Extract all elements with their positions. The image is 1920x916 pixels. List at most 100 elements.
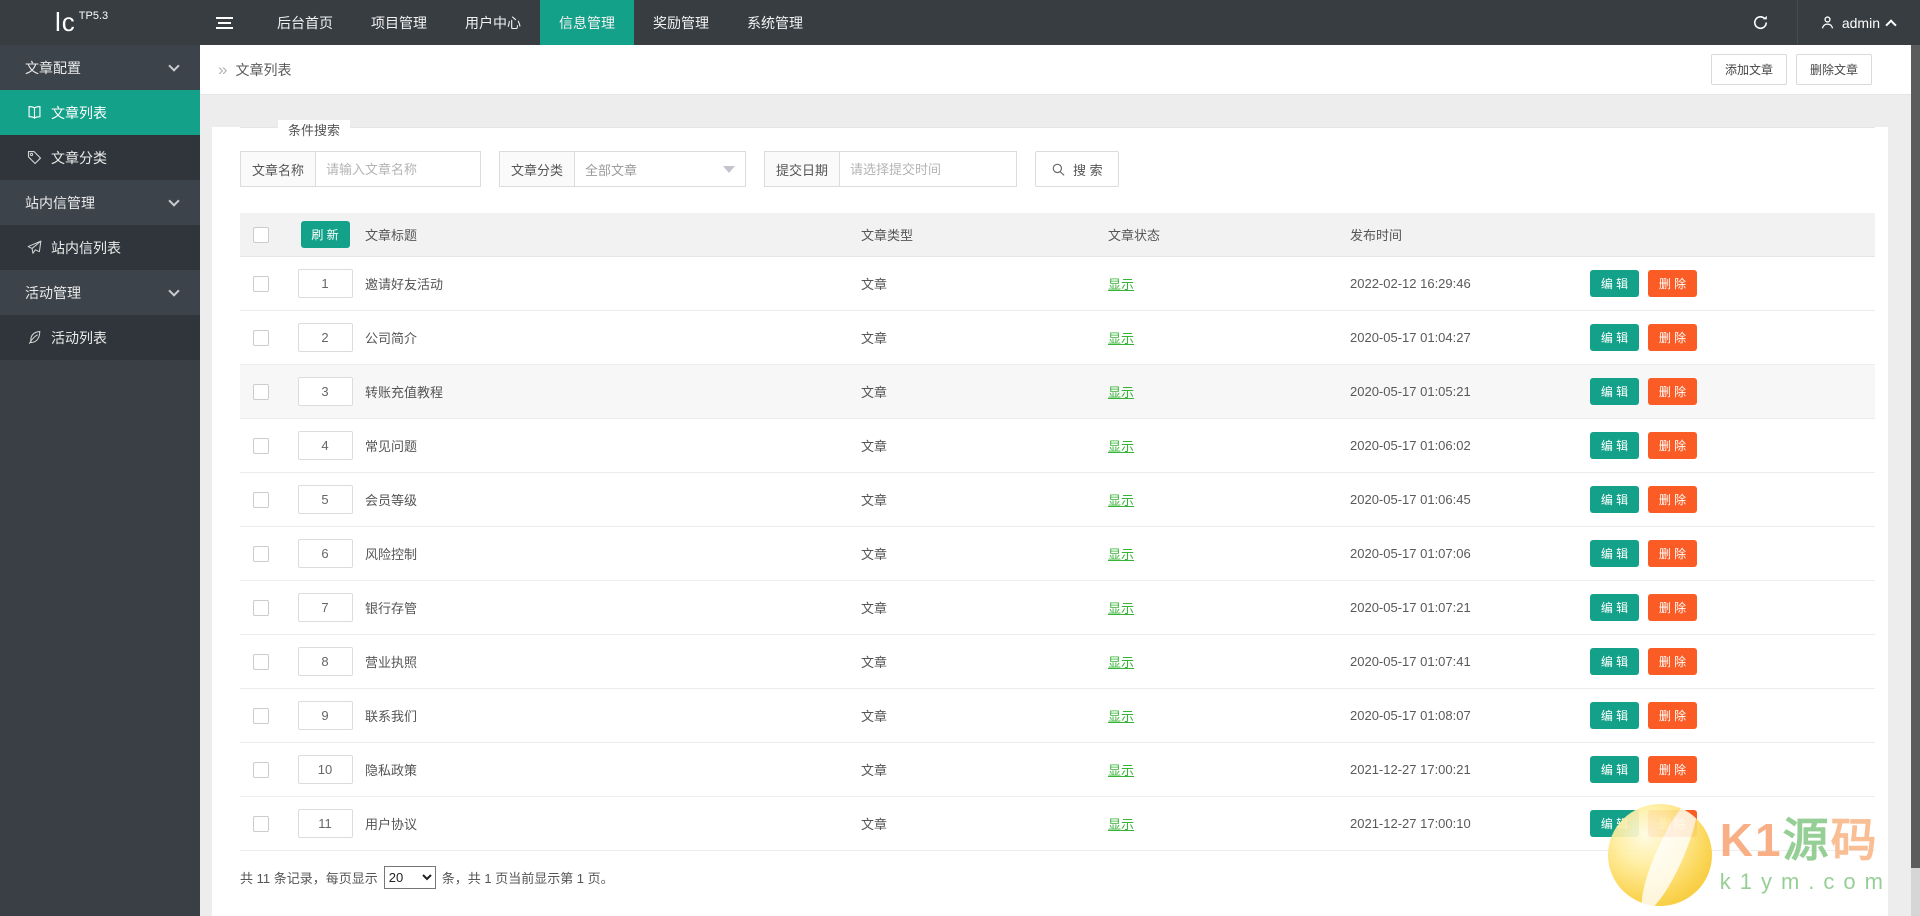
header-status: 文章状态 [1108,228,1161,243]
delete-button[interactable]: 删 除 [1648,324,1697,351]
nav-item-information[interactable]: 信息管理 [540,0,634,45]
article-type: 文章 [861,601,888,616]
row-sort-input[interactable] [297,755,353,784]
submit-date-input[interactable] [839,151,1018,187]
status-toggle-link[interactable]: 显示 [1108,655,1134,670]
row-sort-input[interactable] [297,269,353,298]
status-toggle-link[interactable]: 显示 [1108,439,1134,454]
row-checkbox[interactable] [253,275,269,292]
refresh-icon[interactable] [1724,0,1797,45]
row-checkbox[interactable] [253,383,269,400]
delete-button[interactable]: 删 除 [1648,270,1697,297]
vertical-scrollbar[interactable] [1911,45,1920,916]
row-sort-input[interactable] [297,593,353,622]
user-menu[interactable]: admin [1796,0,1920,45]
nav-item-rewards[interactable]: 奖励管理 [634,0,728,45]
table-row: 邀请好友活动 文章 显示 2022-02-12 16:29:46 编 辑 删 除 [240,257,1875,311]
delete-button[interactable]: 删 除 [1648,432,1697,459]
delete-button[interactable]: 删 除 [1648,648,1697,675]
status-toggle-link[interactable]: 显示 [1108,277,1134,292]
status-toggle-link[interactable]: 显示 [1108,331,1134,346]
article-name-input[interactable] [315,151,482,187]
edit-button[interactable]: 编 辑 [1590,540,1639,567]
article-type: 文章 [861,493,888,508]
edit-button[interactable]: 编 辑 [1590,324,1639,351]
edit-button[interactable]: 编 辑 [1590,378,1639,405]
tag-icon [27,150,42,165]
nav-item-home[interactable]: 后台首页 [258,0,352,45]
edit-button[interactable]: 编 辑 [1590,594,1639,621]
logo-text: lc [55,7,76,37]
edit-button[interactable]: 编 辑 [1590,756,1639,783]
nav-item-system[interactable]: 系统管理 [728,0,822,45]
leaf-icon [27,330,42,345]
delete-button[interactable]: 删 除 [1648,810,1697,837]
sidebar-group-site-mail[interactable]: 站内信管理 [0,180,200,225]
category-select[interactable]: 全部文章 [574,151,747,187]
add-article-button[interactable]: 添加文章 [1710,54,1787,85]
scrollbar-thumb[interactable] [1911,45,1920,868]
row-checkbox[interactable] [253,545,269,562]
row-sort-input[interactable] [297,539,353,568]
sidebar-item-activity-list[interactable]: 活动列表 [0,315,200,360]
row-sort-input[interactable] [297,701,353,730]
article-title: 营业执照 [365,655,418,670]
article-title: 用户协议 [365,817,418,832]
search-button[interactable]: 搜 索 [1035,151,1119,187]
sidebar-group-article-config[interactable]: 文章配置 [0,45,200,90]
row-sort-input[interactable] [297,647,353,676]
sidebar-item-article-list[interactable]: 文章列表 [0,90,200,135]
publish-time: 2022-02-12 16:29:46 [1350,276,1471,291]
status-toggle-link[interactable]: 显示 [1108,385,1134,400]
row-sort-input[interactable] [297,809,353,838]
delete-button[interactable]: 删 除 [1648,594,1697,621]
status-toggle-link[interactable]: 显示 [1108,547,1134,562]
row-checkbox[interactable] [253,653,269,670]
edit-button[interactable]: 编 辑 [1590,810,1639,837]
row-sort-input[interactable] [297,323,353,352]
table-row: 会员等级 文章 显示 2020-05-17 01:06:45 编 辑 删 除 [240,473,1875,527]
status-toggle-link[interactable]: 显示 [1108,601,1134,616]
article-type: 文章 [861,277,888,292]
delete-button[interactable]: 删 除 [1648,540,1697,567]
edit-button[interactable]: 编 辑 [1590,432,1639,459]
delete-button[interactable]: 删 除 [1648,378,1697,405]
status-toggle-link[interactable]: 显示 [1108,493,1134,508]
row-sort-input[interactable] [297,431,353,460]
delete-button[interactable]: 删 除 [1648,702,1697,729]
article-type: 文章 [861,547,888,562]
nav-item-projects[interactable]: 项目管理 [352,0,446,45]
row-checkbox[interactable] [253,599,269,616]
page-size-select[interactable]: 20 [383,866,436,889]
row-sort-input[interactable] [297,485,353,514]
article-title: 公司简介 [365,331,418,346]
article-type: 文章 [861,385,888,400]
select-all-checkbox[interactable] [253,226,269,243]
hamburger-icon[interactable] [200,0,248,45]
publish-time: 2020-05-17 01:05:21 [1350,384,1471,399]
status-toggle-link[interactable]: 显示 [1108,817,1134,832]
row-checkbox[interactable] [253,707,269,724]
row-sort-input[interactable] [297,377,353,406]
topbar: lc TP5.3 后台首页 项目管理 用户中心 信息管理 奖励管理 系统管理 a… [0,0,1920,45]
sidebar-item-site-mail-list[interactable]: 站内信列表 [0,225,200,270]
row-checkbox[interactable] [253,437,269,454]
edit-button[interactable]: 编 辑 [1590,270,1639,297]
sidebar: 文章配置 文章列表 文章分类 站内信管理 站内信列表 活动管理 活动列表 [0,45,200,916]
row-checkbox[interactable] [253,491,269,508]
status-toggle-link[interactable]: 显示 [1108,709,1134,724]
sidebar-item-article-category[interactable]: 文章分类 [0,135,200,180]
edit-button[interactable]: 编 辑 [1590,648,1639,675]
row-checkbox[interactable] [253,761,269,778]
row-checkbox[interactable] [253,329,269,346]
refresh-button[interactable]: 刷 新 [300,221,350,248]
edit-button[interactable]: 编 辑 [1590,486,1639,513]
delete-button[interactable]: 删 除 [1648,486,1697,513]
sidebar-group-activity[interactable]: 活动管理 [0,270,200,315]
delete-button[interactable]: 删 除 [1648,756,1697,783]
row-checkbox[interactable] [253,815,269,832]
edit-button[interactable]: 编 辑 [1590,702,1639,729]
delete-article-button[interactable]: 删除文章 [1795,54,1872,85]
nav-item-users[interactable]: 用户中心 [446,0,540,45]
status-toggle-link[interactable]: 显示 [1108,763,1134,778]
